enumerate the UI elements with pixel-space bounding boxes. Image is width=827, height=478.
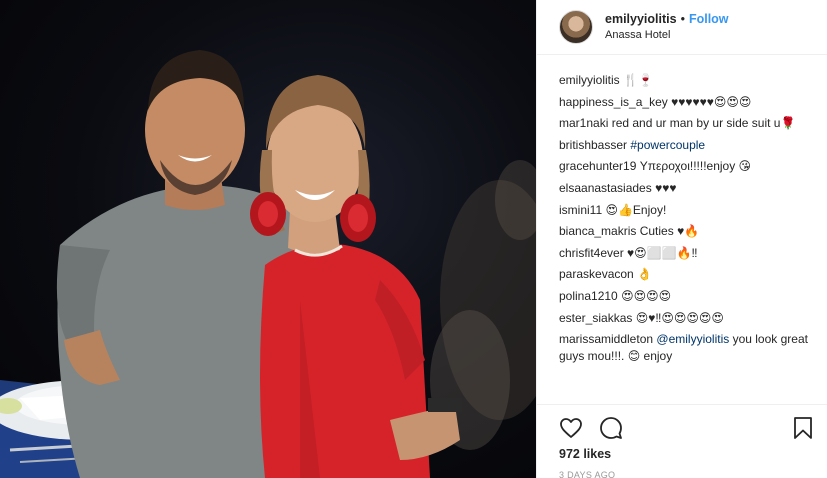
comment-item: elsaanastasiades ♥♥♥ <box>559 178 815 200</box>
comment-username[interactable]: emilyyiolitis <box>559 73 620 87</box>
comment-item: chrisfit4ever ♥😍⬜⬜🔥‼ <box>559 243 815 265</box>
mention-link[interactable]: @emilyyiolitis <box>656 332 729 346</box>
comment-item: gracehunter19 Υπεροχοι!!!!!enjoy 😘 <box>559 156 815 178</box>
post-sidebar: emilyyiolitis • Follow Anassa Hotel emil… <box>536 0 827 478</box>
comment-username[interactable]: bianca_makris <box>559 224 636 238</box>
username-link[interactable]: emilyyiolitis <box>605 11 677 27</box>
comment-text: Υπεροχοι!!!!!enjoy 😘 <box>639 159 752 174</box>
comment-item: marissamiddleton @emilyyiolitis you look… <box>559 329 815 365</box>
comment-item: happiness_is_a_key ♥♥♥♥♥♥😍😍😍 <box>559 92 815 114</box>
caption: emilyyiolitis 🍴🍷 <box>559 70 815 92</box>
separator-dot: • <box>680 12 685 26</box>
post-timestamp[interactable]: 3 DAYS AGO <box>559 470 815 478</box>
comment-text: 👌 <box>637 267 653 282</box>
post-header: emilyyiolitis • Follow Anassa Hotel <box>537 0 827 55</box>
comment-item: britishbasser #powercouple <box>559 135 815 157</box>
comment-text: 😍👍Enjoy! <box>605 202 667 217</box>
comment-username[interactable]: mar1naki <box>559 116 608 130</box>
comment-text: 😍♥‼😍😍😍😍😍 <box>635 310 724 325</box>
comment-text: ♥♥♥ <box>655 180 677 195</box>
header-text: emilyyiolitis • Follow Anassa Hotel <box>605 11 729 43</box>
couple-photo-illustration <box>0 50 536 478</box>
header-top-row: emilyyiolitis • Follow <box>605 11 729 27</box>
comment-text: ♥😍⬜⬜🔥‼ <box>627 245 698 260</box>
bookmark-icon[interactable] <box>791 416 815 440</box>
comment-username[interactable]: paraskevacon <box>559 267 634 281</box>
comment-username[interactable]: marissamiddleton <box>559 332 653 346</box>
follow-button[interactable]: Follow <box>689 11 729 27</box>
comment-item: paraskevacon 👌 <box>559 264 815 286</box>
comment-text: Cuties ♥🔥 <box>639 224 700 239</box>
comment-item: ester_siakkas 😍♥‼😍😍😍😍😍 <box>559 308 815 330</box>
location-link[interactable]: Anassa Hotel <box>605 27 729 43</box>
comment-username[interactable]: britishbasser <box>559 138 627 152</box>
post-photo[interactable] <box>0 0 536 478</box>
instagram-post: emilyyiolitis • Follow Anassa Hotel emil… <box>0 0 827 478</box>
comment-text: 🍴🍷 <box>623 73 653 87</box>
comment-item: mar1naki red and ur man by ur side suit … <box>559 113 815 135</box>
hashtag-link[interactable]: #powercouple <box>630 138 705 152</box>
comments-list: emilyyiolitis 🍴🍷 happiness_is_a_key ♥♥♥♥… <box>559 70 815 365</box>
heart-icon[interactable] <box>559 416 583 440</box>
comment-item: ismini11 😍👍Enjoy! <box>559 200 815 222</box>
comment-icon[interactable] <box>599 416 623 440</box>
comment-text: 😍😍😍😍 <box>621 288 672 303</box>
comment-item: bianca_makris Cuties ♥🔥 <box>559 221 815 243</box>
action-row <box>559 411 815 445</box>
comment-username[interactable]: chrisfit4ever <box>559 246 624 260</box>
comment-text: ♥♥♥♥♥♥😍😍😍 <box>671 94 752 109</box>
post-actions: 972 likes 3 DAYS AGO <box>537 404 827 478</box>
comment-username[interactable]: gracehunter19 <box>559 159 636 173</box>
likes-count[interactable]: 972 likes <box>559 447 815 461</box>
avatar[interactable] <box>559 10 593 44</box>
comment-username[interactable]: elsaanastasiades <box>559 181 652 195</box>
comment-text: red and ur man by ur side suit u🌹 <box>611 116 796 131</box>
comment-username[interactable]: ester_siakkas <box>559 311 632 325</box>
comment-username[interactable]: polina1210 <box>559 289 618 303</box>
comment-item: polina1210 😍😍😍😍 <box>559 286 815 308</box>
comment-username[interactable]: ismini11 <box>559 203 602 217</box>
comment-username[interactable]: happiness_is_a_key <box>559 95 668 109</box>
